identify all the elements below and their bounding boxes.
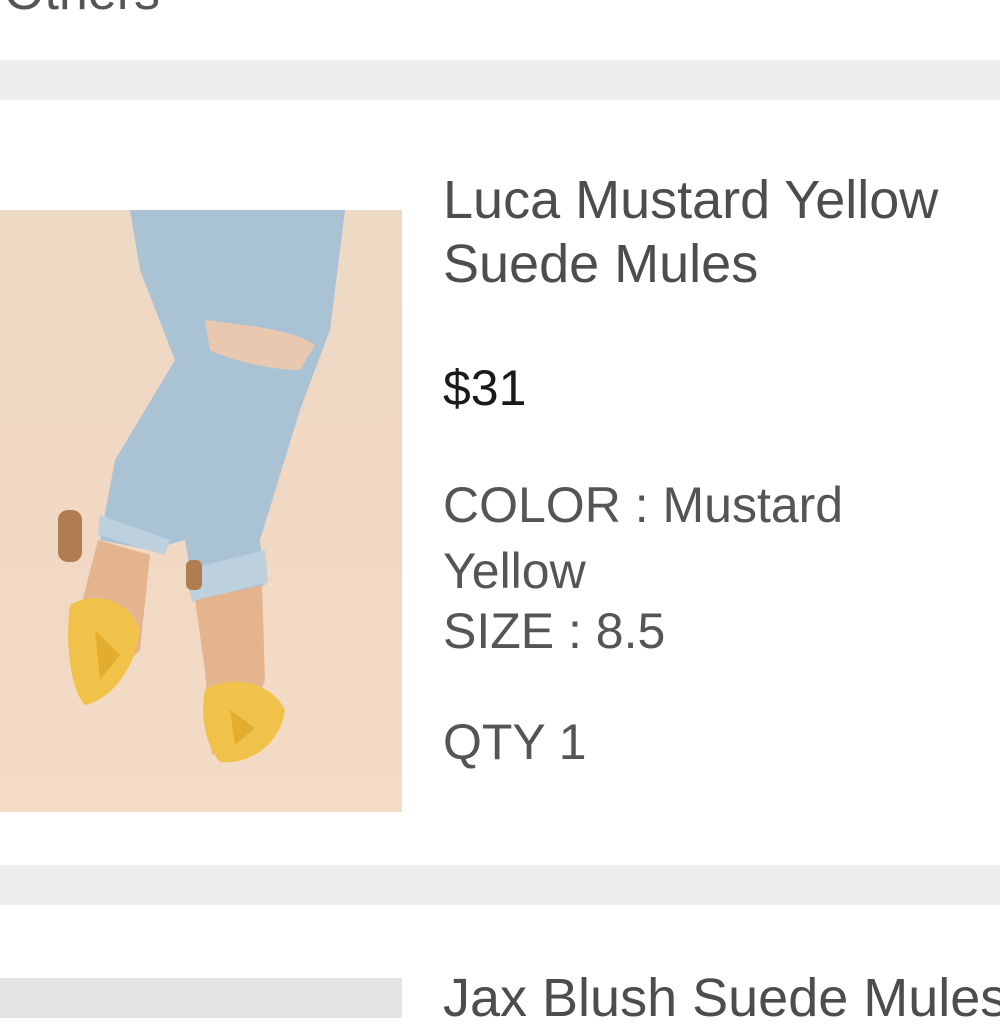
product-options: COLOR : Mustard Yellow SIZE : 8.5: [443, 472, 843, 664]
section-divider: [0, 60, 1000, 100]
mules-photo-icon: [58, 210, 345, 763]
section-title: Others: [4, 0, 160, 22]
product-price: $31: [443, 360, 527, 416]
next-product-title[interactable]: Jax Blush Suede Mules: [443, 966, 1000, 1030]
product-title[interactable]: Luca Mustard Yellow Suede Mules: [443, 168, 1000, 296]
item-divider: [0, 865, 1000, 905]
color-label: COLOR : Mustard: [443, 477, 844, 533]
quantity-label[interactable]: QTY 1: [443, 712, 587, 772]
product-title-line: Suede Mules: [443, 234, 759, 294]
section-header: Others: [0, 0, 1000, 22]
product-title-line: Luca Mustard Yellow: [443, 170, 939, 230]
next-product-image[interactable]: [0, 978, 402, 1018]
product-image[interactable]: [0, 210, 402, 812]
color-value: Yellow: [443, 543, 586, 599]
size-label: SIZE : 8.5: [443, 603, 666, 659]
